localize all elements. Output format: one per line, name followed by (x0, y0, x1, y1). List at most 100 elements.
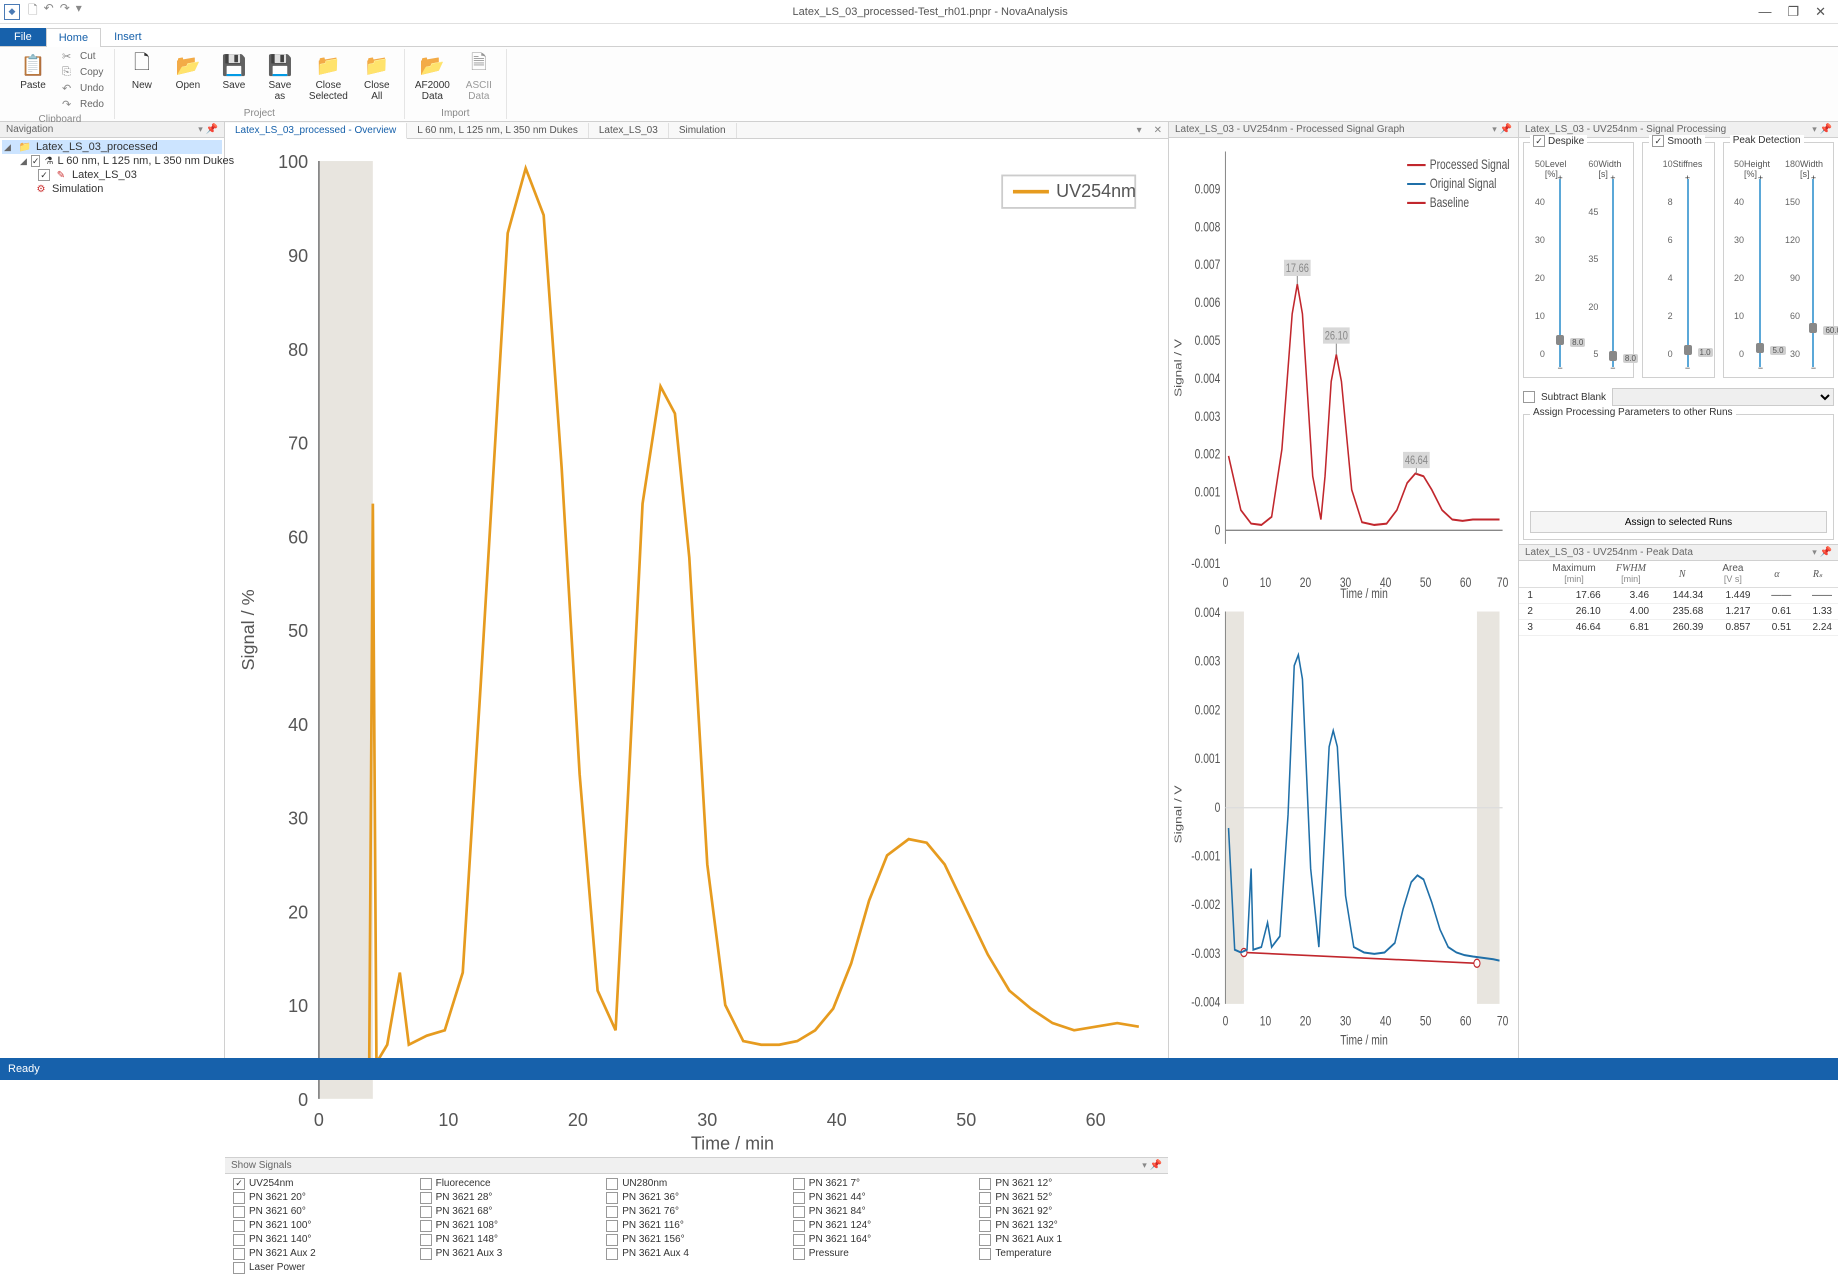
tab-overview[interactable]: Latex_LS_03_processed - Overview (225, 123, 407, 139)
pin-icon[interactable]: 📌 (1500, 124, 1512, 135)
level-slider[interactable]: +8.0− (1552, 173, 1568, 373)
signal-item[interactable]: PN 3621 7° (793, 1178, 974, 1190)
signal-item[interactable]: ✓UV254nm (233, 1178, 414, 1190)
cut-button[interactable]: ✂Cut (58, 49, 108, 64)
qat-redo-icon[interactable]: ↷ (60, 1, 70, 22)
width-slider-1[interactable]: +8.0− (1605, 173, 1621, 373)
dropdown-icon[interactable]: ▾ (1142, 1160, 1147, 1170)
signal-item[interactable]: Temperature (979, 1248, 1160, 1260)
signal-item[interactable]: Fluorecence (420, 1178, 601, 1190)
tree-child-1[interactable]: ◢ ✓ ⚗ L 60 nm, L 125 nm, L 350 nm Dukes (2, 154, 222, 168)
stiffness-slider[interactable]: +1.0− (1680, 173, 1696, 373)
signal-item[interactable]: PN 3621 12° (979, 1178, 1160, 1190)
checkbox[interactable]: ✓ (38, 169, 50, 181)
checkbox[interactable] (420, 1206, 432, 1218)
checkbox[interactable] (420, 1248, 432, 1260)
checkbox[interactable] (420, 1178, 432, 1190)
pin-icon[interactable]: 📌 (1150, 1160, 1162, 1171)
af2000-button[interactable]: 📂AF2000 Data (411, 49, 454, 104)
signal-item[interactable]: PN 3621 132° (979, 1220, 1160, 1232)
tab-dukes[interactable]: L 60 nm, L 125 nm, L 350 nm Dukes (407, 123, 589, 138)
signal-item[interactable]: PN 3621 76° (606, 1206, 787, 1218)
height-slider[interactable]: +5.0− (1752, 173, 1768, 373)
signal-item[interactable]: PN 3621 44° (793, 1192, 974, 1204)
save-button[interactable]: 💾Save (213, 49, 255, 93)
processed-chart[interactable]: 0 0.001 0.002 0.003 0.004 0.005 0.006 0.… (1169, 138, 1518, 598)
pin-icon[interactable]: 📌 (1820, 547, 1832, 558)
checkbox[interactable] (233, 1234, 245, 1246)
table-row[interactable]: 117.663.46144.341.449———— (1519, 588, 1838, 604)
signal-item[interactable]: PN 3621 100° (233, 1220, 414, 1232)
tab-home[interactable]: Home (46, 28, 101, 47)
checkbox[interactable] (233, 1192, 245, 1204)
checkbox[interactable] (979, 1178, 991, 1190)
checkbox[interactable] (420, 1234, 432, 1246)
signal-item[interactable]: PN 3621 68° (420, 1206, 601, 1218)
signal-item[interactable]: PN 3621 60° (233, 1206, 414, 1218)
checkbox[interactable] (606, 1192, 618, 1204)
checkbox[interactable] (979, 1192, 991, 1204)
tab-close-icon[interactable]: ✕ (1148, 125, 1168, 136)
checkbox[interactable] (793, 1192, 805, 1204)
signal-item[interactable]: Laser Power (233, 1262, 414, 1274)
width-slider-2[interactable]: +60.0− (1805, 173, 1821, 373)
checkbox[interactable] (233, 1248, 245, 1260)
signal-item[interactable]: PN 3621 Aux 1 (979, 1234, 1160, 1246)
signal-item[interactable]: PN 3621 Aux 3 (420, 1248, 601, 1260)
signal-item[interactable]: PN 3621 28° (420, 1192, 601, 1204)
close-all-button[interactable]: 📁Close All (356, 49, 398, 104)
checkbox[interactable] (606, 1220, 618, 1232)
signal-item[interactable]: PN 3621 148° (420, 1234, 601, 1246)
checkbox[interactable] (420, 1220, 432, 1232)
subtract-checkbox[interactable] (1523, 391, 1535, 403)
checkbox[interactable]: ✓ (31, 155, 41, 167)
tab-insert[interactable]: Insert (101, 27, 155, 46)
checkbox[interactable] (793, 1234, 805, 1246)
checkbox[interactable] (606, 1248, 618, 1260)
signal-item[interactable]: PN 3621 Aux 4 (606, 1248, 787, 1260)
pin-icon[interactable]: ▾ (198, 124, 203, 134)
overview-chart[interactable]: 0 10 20 30 40 50 60 70 80 90 100 0 10 20 (225, 139, 1168, 1157)
qat-dropdown-icon[interactable]: ▾ (76, 1, 82, 22)
signal-item[interactable]: PN 3621 20° (233, 1192, 414, 1204)
checkbox[interactable] (606, 1234, 618, 1246)
signal-item[interactable]: PN 3621 Aux 2 (233, 1248, 414, 1260)
tree-toggle-icon[interactable]: ◢ (4, 142, 14, 153)
ascii-button[interactable]: 🗎ASCII Data (458, 49, 500, 104)
checkbox[interactable] (793, 1248, 805, 1260)
checkbox[interactable]: ✓ (233, 1178, 245, 1190)
panel-close-icon[interactable]: 📌 (206, 124, 218, 135)
despike-checkbox[interactable]: ✓ (1533, 135, 1545, 147)
checkbox[interactable] (233, 1206, 245, 1218)
close-button[interactable]: ✕ (1815, 4, 1826, 20)
minimize-button[interactable]: — (1758, 4, 1771, 20)
copy-button[interactable]: ⎘Copy (58, 65, 108, 80)
signal-item[interactable]: PN 3621 124° (793, 1220, 974, 1232)
tab-dropdown-icon[interactable]: ▾ (1131, 125, 1148, 136)
open-button[interactable]: 📂Open (167, 49, 209, 93)
checkbox[interactable] (233, 1262, 245, 1274)
qat-undo-icon[interactable]: ↶ (44, 1, 54, 22)
checkbox[interactable] (606, 1206, 618, 1218)
signal-item[interactable]: UN280nm (606, 1178, 787, 1190)
table-row[interactable]: 346.646.81260.390.8570.512.24 (1519, 620, 1838, 636)
signal-item[interactable]: PN 3621 116° (606, 1220, 787, 1232)
signal-item[interactable]: PN 3621 92° (979, 1206, 1160, 1218)
checkbox[interactable] (979, 1206, 991, 1218)
smooth-checkbox[interactable]: ✓ (1652, 135, 1664, 147)
tab-file[interactable]: File (0, 28, 46, 46)
dropdown-icon[interactable]: ▾ (1812, 124, 1817, 134)
signal-item[interactable]: PN 3621 156° (606, 1234, 787, 1246)
checkbox[interactable] (979, 1234, 991, 1246)
new-button[interactable]: 🗋New (121, 49, 163, 93)
checkbox[interactable] (793, 1178, 805, 1190)
table-row[interactable]: 226.104.00235.681.2170.611.33 (1519, 604, 1838, 620)
tab-latex[interactable]: Latex_LS_03 (589, 123, 669, 138)
dropdown-icon[interactable]: ▾ (1492, 124, 1497, 134)
tree-child-3[interactable]: ◢ ⚙ Simulation (2, 182, 222, 196)
paste-button[interactable]: 📋 Paste (12, 49, 54, 93)
signal-item[interactable]: PN 3621 52° (979, 1192, 1160, 1204)
tab-simulation[interactable]: Simulation (669, 123, 737, 138)
qat-new-icon[interactable]: 🗋 (28, 1, 38, 22)
checkbox[interactable] (793, 1206, 805, 1218)
